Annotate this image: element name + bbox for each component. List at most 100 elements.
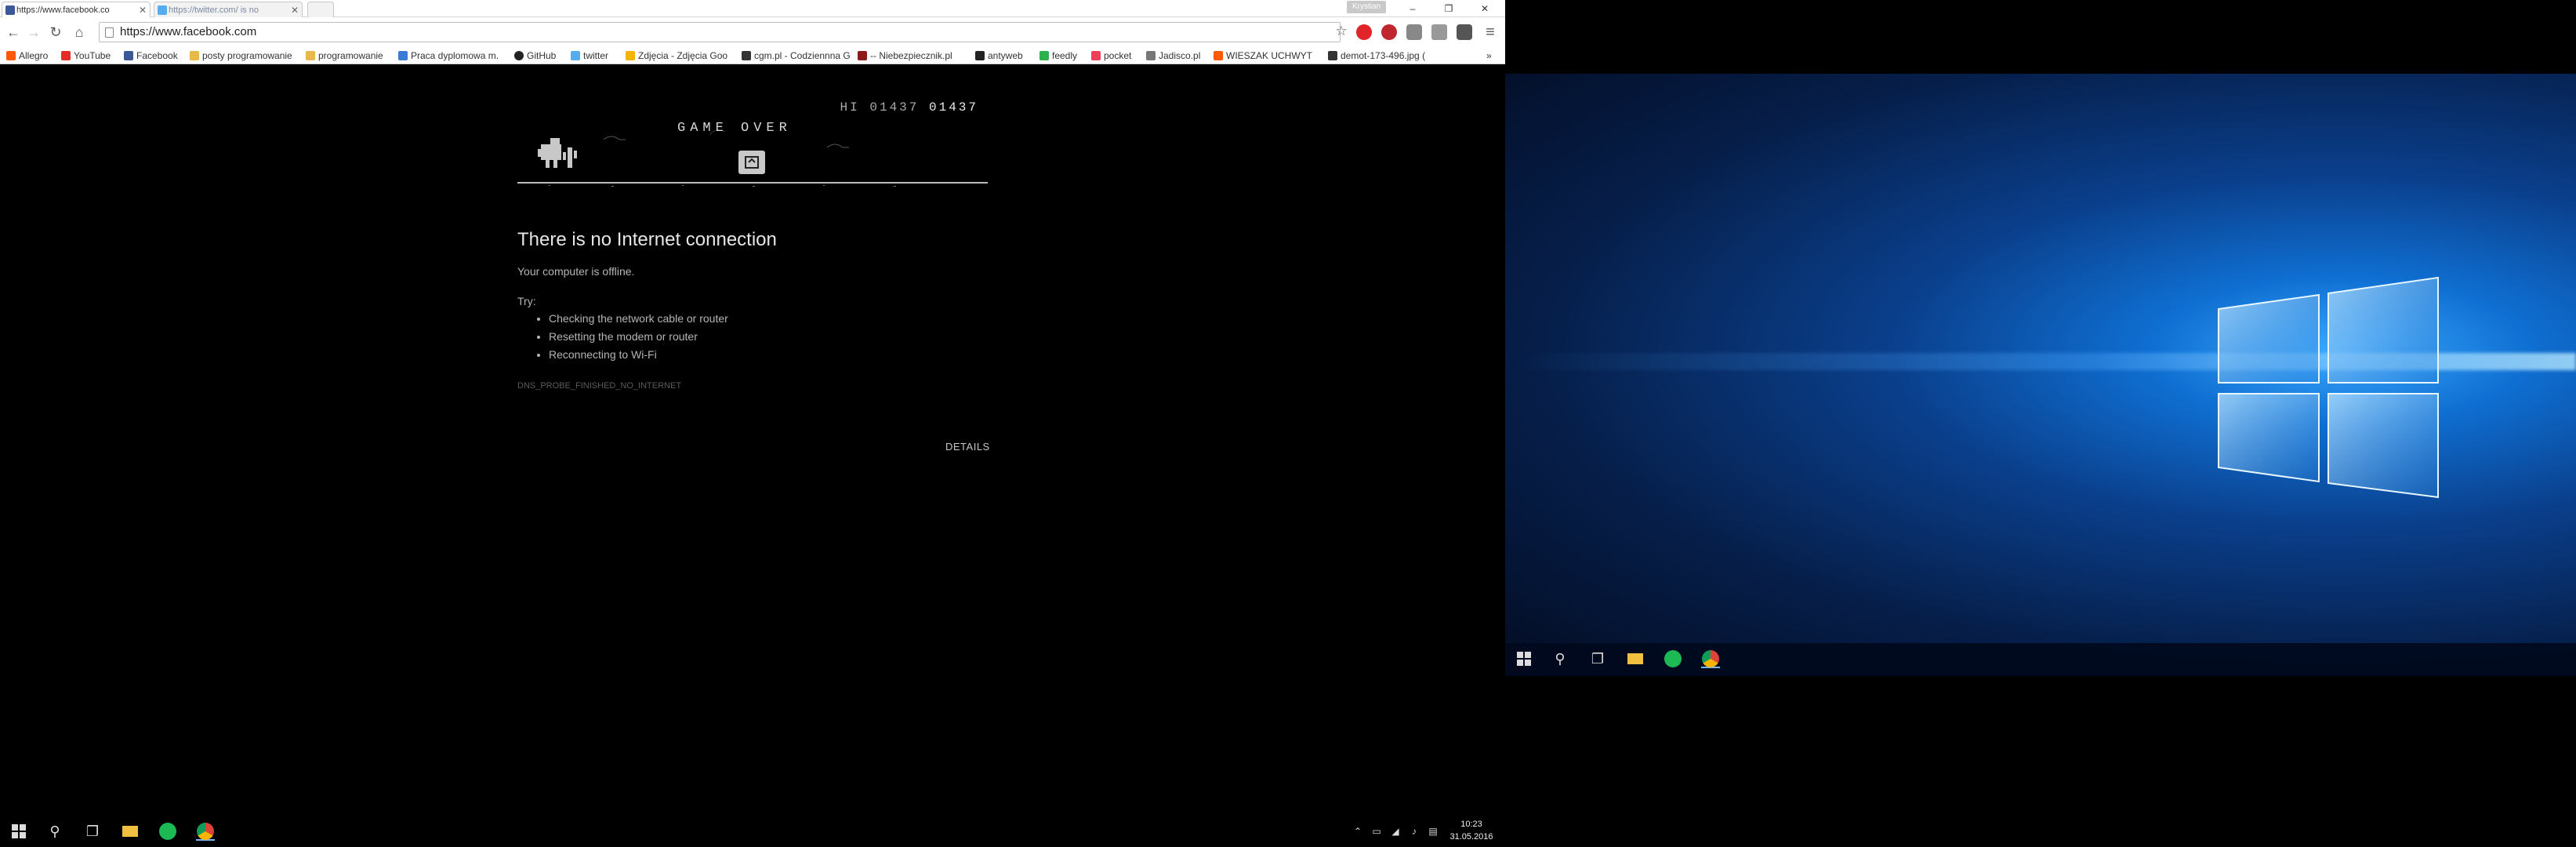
bookmark-label: Allegro (19, 50, 49, 61)
bookmark-twitter[interactable]: twitter (571, 49, 619, 62)
photos-icon (626, 51, 635, 60)
close-window-button[interactable]: ✕ (1468, 0, 1502, 17)
bookmark-jadisco[interactable]: Jadisco.pl (1146, 49, 1209, 62)
tab-facebook[interactable]: https://www.facebook.co ✕ (2, 2, 151, 17)
dino-game[interactable]: HI 01437 01437 GAME OVER (517, 93, 988, 187)
task-view-icon[interactable]: ❐ (1588, 649, 1607, 668)
bookmark-folder-posty[interactable]: posty programowanie (190, 49, 299, 62)
bookmark-label: WIESZAK UCHWYT I (1226, 50, 1315, 61)
desktop-wallpaper (1505, 74, 2576, 676)
tab-twitter[interactable]: https://twitter.com/ is no ✕ (154, 2, 303, 17)
bookmark-demot[interactable]: demot-173-496.jpg ( (1328, 49, 1436, 62)
tab-close-icon[interactable]: ✕ (291, 2, 299, 17)
chrome-icon[interactable] (1701, 649, 1720, 668)
windows-icon (1517, 652, 1531, 666)
bookmark-feedly[interactable]: feedly (1039, 49, 1088, 62)
tab-close-icon[interactable]: ✕ (139, 2, 147, 17)
home-button[interactable]: ⌂ (71, 24, 88, 41)
file-explorer-icon[interactable] (1626, 649, 1645, 668)
bookmark-label: demot-173-496.jpg ( (1341, 50, 1426, 61)
bookmark-facebook[interactable]: Facebook (124, 49, 183, 62)
show-hidden-icons-icon[interactable]: ⌃ (1348, 822, 1367, 841)
browser-toolbar: ← → ↻ ⌂ https://www.facebook.com ☆ ≡ (0, 17, 1505, 47)
cast-icon[interactable] (1431, 24, 1447, 40)
back-button[interactable]: ← (5, 24, 22, 41)
dinosaur-icon (538, 138, 561, 168)
clock-date: 31.05.2016 (1449, 832, 1493, 842)
cloud-icon (826, 144, 849, 148)
file-explorer-icon[interactable] (121, 822, 140, 841)
bookmark-label: YouTube (74, 50, 111, 61)
bookmark-antyweb[interactable]: antyweb (975, 49, 1033, 62)
suggestion-item: Resetting the modem or router (549, 330, 728, 344)
hi-score-value: 01437 (869, 100, 920, 115)
tab-strip: https://www.facebook.co ✕ https://twitte… (0, 0, 1505, 17)
hi-label: HI (840, 100, 860, 115)
forward-button[interactable]: → (25, 24, 42, 41)
opera-icon[interactable] (1356, 24, 1372, 40)
right-monitor-bottom-bezel (1505, 676, 2576, 847)
facebook-icon (124, 51, 133, 60)
youtube-icon[interactable] (1406, 24, 1422, 40)
start-button[interactable] (9, 822, 28, 841)
antyweb-icon (975, 51, 985, 60)
bookmark-allegro[interactable]: Allegro (6, 49, 52, 62)
details-button[interactable]: DETAILS (945, 441, 990, 453)
start-button[interactable] (1515, 649, 1533, 668)
bookmark-label: Facebook (136, 50, 178, 61)
volume-icon[interactable]: ♪ (1405, 822, 1424, 841)
cloud-icon (603, 136, 626, 140)
tab-title: https://twitter.com/ is no (169, 5, 259, 15)
bookmark-niebezpiecznik[interactable]: -- Niebezpiecznik.pl (858, 49, 966, 62)
bookmark-pocket[interactable]: pocket (1091, 49, 1140, 62)
more-bookmarks-button[interactable]: » (1486, 49, 1502, 62)
chrome-icon[interactable] (196, 822, 215, 841)
windows-logo-wallpaper (2218, 276, 2439, 499)
pocket-icon (1091, 51, 1101, 60)
task-view-icon[interactable]: ❐ (83, 822, 102, 841)
reload-button[interactable]: ↻ (47, 24, 64, 41)
minimize-button[interactable]: – (1395, 0, 1430, 17)
new-tab-button[interactable] (307, 2, 334, 17)
twitter-favicon-icon (158, 5, 167, 15)
bookmark-label: -- Niebezpiecznik.pl (870, 50, 952, 61)
bookmark-wieszak[interactable]: WIESZAK UCHWYT I (1214, 49, 1315, 62)
error-code: DNS_PROBE_FINISHED_NO_INTERNET (517, 381, 682, 391)
bookmark-praca[interactable]: Praca dyplomowa m. (398, 49, 505, 62)
system-clock[interactable]: 10:23 31.05.2016 (1444, 818, 1499, 843)
notification-icon[interactable]: ▤ (1424, 822, 1442, 841)
adblock-icon[interactable] (1381, 24, 1397, 40)
restore-button[interactable]: ❐ (1431, 0, 1466, 17)
bookmark-zdjecia[interactable]: Zdjęcia - Zdjęcia Goo (626, 49, 735, 62)
network-icon[interactable]: ◢ (1386, 822, 1405, 841)
bookmark-folder-programowanie[interactable]: programowanie (306, 49, 392, 62)
search-icon[interactable]: ⚲ (45, 822, 64, 841)
error-heading: There is no Internet connection (517, 229, 777, 250)
spotify-icon[interactable] (1664, 649, 1682, 668)
allegro-icon (6, 51, 16, 60)
bookmark-label: programowanie (318, 50, 383, 61)
bookmark-cgm[interactable]: cgm.pl - Codziennna G (742, 49, 850, 62)
suggestions-list: Checking the network cable or router Res… (549, 312, 728, 366)
bookmark-youtube[interactable]: YouTube (61, 49, 118, 62)
spotify-icon[interactable] (158, 822, 177, 841)
menu-icon[interactable]: ≡ (1482, 24, 1499, 41)
bookmark-label: twitter (583, 50, 609, 61)
pocket-icon[interactable] (1457, 24, 1472, 40)
right-taskbar: ⚲ ❐ (1505, 643, 2576, 676)
ground-line (517, 182, 988, 184)
profile-badge[interactable]: Krystian (1347, 1, 1386, 13)
bookmark-label: GitHub (527, 50, 557, 61)
jadisco-icon (1146, 51, 1156, 60)
current-score-value: 01437 (928, 100, 978, 115)
restart-button[interactable] (738, 151, 765, 174)
bookmark-label: Jadisco.pl (1159, 50, 1201, 61)
address-bar-url: https://www.facebook.com (120, 25, 257, 38)
address-bar[interactable]: https://www.facebook.com (99, 22, 1341, 42)
search-icon[interactable]: ⚲ (1551, 649, 1569, 668)
battery-icon[interactable]: ▭ (1367, 822, 1386, 841)
clock-time: 10:23 (1460, 820, 1482, 829)
taskbar: ⚲ ❐ ⌃ ▭ ◢ ♪ ▤ 10:23 31.05.2016 (0, 816, 1505, 847)
bookmark-github[interactable]: GitHub (514, 49, 566, 62)
bookmark-star-icon[interactable]: ☆ (1333, 23, 1350, 40)
